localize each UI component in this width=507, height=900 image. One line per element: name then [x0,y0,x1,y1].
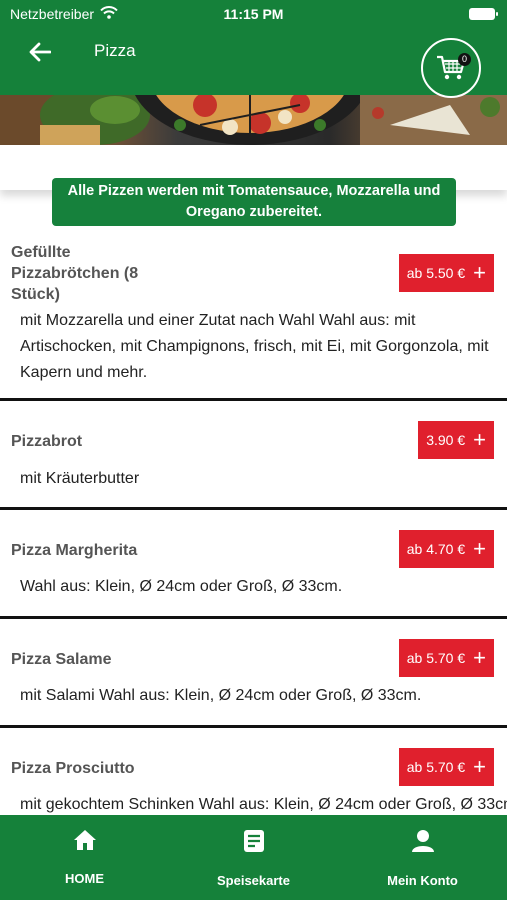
product-item[interactable]: Gefüllte Pizzabrötchen (8 Stück) ab 5.50… [0,236,507,401]
battery-icon [469,8,498,20]
product-description: Wahl aus: Klein, Ø 24cm oder Groß, Ø 33c… [20,578,343,595]
nav-label: HOME [65,871,104,886]
cart-count-badge: 0 [458,53,471,66]
product-item[interactable]: Pizzabrot 3.90 € + mit Kräuterbutter [0,411,507,510]
plus-icon: + [473,645,486,670]
product-list: Gefüllte Pizzabrötchen (8 Stück) ab 5.50… [0,236,507,858]
product-name: Gefüllte Pizzabrötchen (8 Stück) [11,244,139,303]
info-notice: Alle Pizzen werden mit Tomatensauce, Moz… [52,178,456,226]
nav-item-mein-konto[interactable]: Mein Konto [338,815,507,900]
add-to-cart-button[interactable]: ab 5.50 € + [398,254,494,292]
product-description: mit Kräuterbutter [20,470,140,487]
product-name: Pizza Margherita [11,542,138,559]
home-icon [73,830,96,850]
account-icon [411,830,434,852]
product-item[interactable]: Pizza Margherita ab 4.70 € + Wahl aus: K… [0,520,507,619]
product-name: Pizza Prosciutto [11,760,135,777]
plus-icon: + [473,427,486,452]
menu-card-icon [243,830,264,852]
product-name: Pizzabrot [11,433,83,450]
page-title: Pizza [94,41,136,60]
product-price: ab 4.70 € [406,541,466,557]
product-name: Pizza Salame [11,651,112,668]
hero-banner-image [0,95,507,145]
bottom-navigation: HOME Speisekarte Mein Konto [0,815,507,900]
cart-button[interactable]: 0 [421,38,481,98]
plus-icon: + [473,754,486,779]
add-to-cart-button[interactable]: ab 5.70 € + [398,748,494,786]
product-price: 3.90 € [426,432,466,448]
product-description: mit Mozzarella und einer Zutat nach Wahl… [20,312,489,381]
back-button[interactable] [26,38,54,66]
product-description: mit Salami Wahl aus: Klein, Ø 24cm oder … [20,687,422,704]
product-price: ab 5.50 € [406,265,466,281]
status-bar: Netzbetreiber 11:15 PM [0,0,507,30]
nav-label: Speisekarte [217,873,290,888]
arrow-left-icon [29,42,51,62]
product-price: ab 5.70 € [406,650,466,666]
plus-icon: + [473,536,486,561]
add-to-cart-button[interactable]: ab 5.70 € + [398,639,494,677]
add-to-cart-button[interactable]: ab 4.70 € + [398,530,494,568]
nav-label: Mein Konto [387,873,458,888]
status-time: 11:15 PM [223,6,284,22]
add-to-cart-button[interactable]: 3.90 € + [418,421,494,459]
product-price: ab 5.70 € [406,759,466,775]
nav-item-speisekarte[interactable]: Speisekarte [169,815,338,900]
nav-item-home[interactable]: HOME [0,815,169,900]
plus-icon: + [473,260,486,285]
product-item[interactable]: Pizza Salame ab 5.70 € + mit Salami Wahl… [0,629,507,728]
